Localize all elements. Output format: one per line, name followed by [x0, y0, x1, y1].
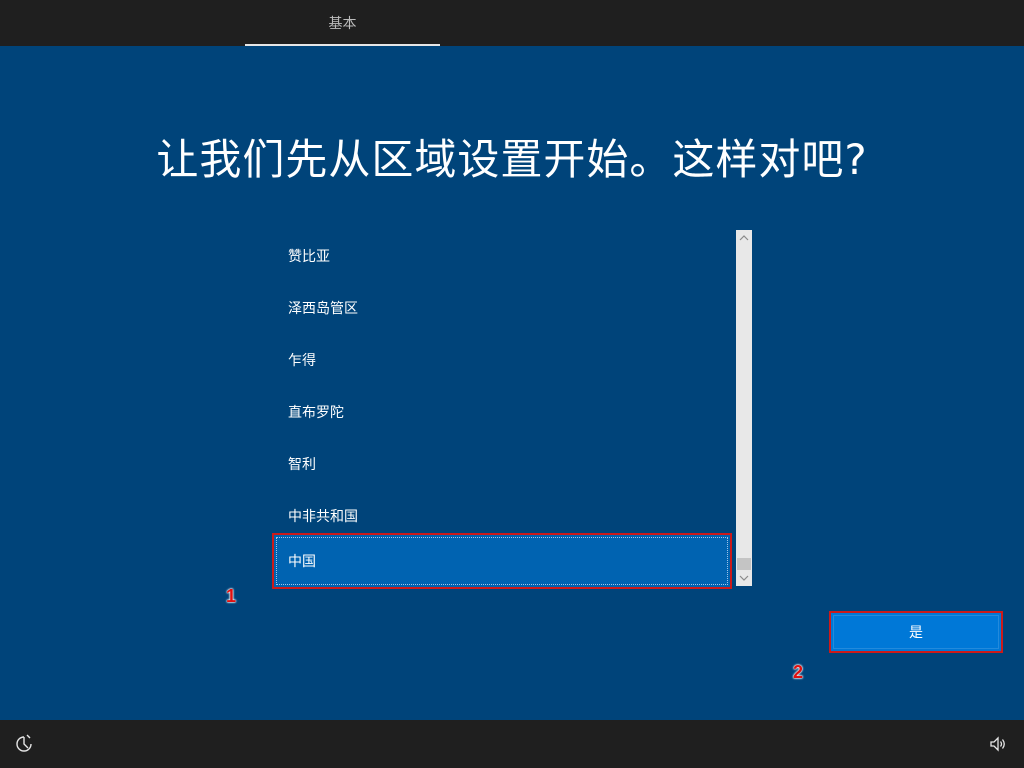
scroll-thumb[interactable]	[737, 558, 751, 570]
page-title: 让我们先从区域设置开始。这样对吧?	[156, 135, 868, 184]
list-item-label: 赞比亚	[288, 249, 330, 265]
list-item[interactable]: 智利	[273, 438, 731, 490]
yes-button-label: 是	[909, 625, 923, 641]
list-item[interactable]: 直布罗陀	[273, 386, 731, 438]
region-list[interactable]: 赞比亚 泽西岛管区 乍得 直布罗陀 智利 中非共和国 中国	[272, 230, 736, 589]
list-item-selected[interactable]: 中国	[272, 533, 732, 589]
bottom-bar	[0, 720, 1024, 768]
tab-basic[interactable]: 基本	[245, 0, 440, 46]
list-item-label: 直布罗陀	[288, 405, 344, 421]
list-item-label: 中非共和国	[288, 509, 358, 525]
list-item-label: 乍得	[288, 353, 316, 369]
scroll-down-button[interactable]	[736, 570, 752, 586]
ease-of-access-icon[interactable]	[14, 734, 34, 754]
volume-icon[interactable]	[988, 734, 1008, 754]
list-item[interactable]: 赞比亚	[273, 230, 731, 282]
chevron-up-icon	[739, 235, 749, 241]
chevron-down-icon	[739, 575, 749, 581]
annotation-marker-1: 1	[226, 586, 237, 606]
list-item-label: 中国	[288, 554, 316, 570]
scroll-up-button[interactable]	[736, 230, 752, 246]
list-item-label: 泽西岛管区	[288, 301, 358, 317]
tab-basic-label: 基本	[328, 16, 357, 32]
yes-button[interactable]: 是	[829, 611, 1003, 653]
list-scrollbar[interactable]	[736, 230, 752, 586]
annotation-marker-2: 2	[793, 662, 804, 682]
list-item[interactable]: 泽西岛管区	[273, 282, 731, 334]
top-bar: 基本	[0, 0, 1024, 46]
list-item[interactable]: 乍得	[273, 334, 731, 386]
list-item-label: 智利	[288, 457, 316, 473]
